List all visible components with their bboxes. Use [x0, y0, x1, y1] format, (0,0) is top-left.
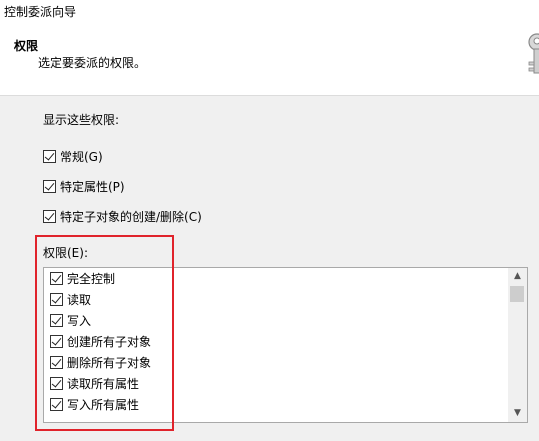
show-permissions-label: 显示这些权限:: [43, 113, 120, 127]
checkbox[interactable]: [43, 179, 56, 193]
option-label: 特定属性(P): [60, 179, 125, 194]
option-label: 特定子对象的创建/删除(C): [60, 209, 202, 224]
option-specific-properties[interactable]: 特定属性(P): [43, 178, 125, 194]
wizard-header: 权限 选定要委派的权限。: [0, 22, 539, 96]
checkbox[interactable]: [43, 149, 56, 163]
chevron-down-icon[interactable]: ▼: [508, 405, 527, 422]
option-general[interactable]: 常规(G): [43, 148, 103, 164]
checkbox[interactable]: [43, 209, 56, 223]
wizard-content: 显示这些权限: 常规(G) 特定属性(P) 特定子对象的创建/删除(C) 权限(…: [0, 97, 539, 441]
chevron-up-icon[interactable]: ▲: [508, 268, 527, 285]
window-title: 控制委派向导: [4, 5, 77, 19]
list-scrollbar[interactable]: ▲ ▼: [508, 268, 527, 422]
page-title: 权限: [14, 39, 39, 53]
option-label: 常规(G): [60, 149, 103, 164]
option-child-objects[interactable]: 特定子对象的创建/删除(C): [43, 208, 202, 224]
title-bar: 控制委派向导: [0, 0, 539, 22]
scroll-thumb[interactable]: [510, 286, 524, 302]
keys-icon: [528, 33, 539, 74]
page-subtitle: 选定要委派的权限。: [38, 56, 147, 70]
highlight-box: [35, 235, 174, 431]
